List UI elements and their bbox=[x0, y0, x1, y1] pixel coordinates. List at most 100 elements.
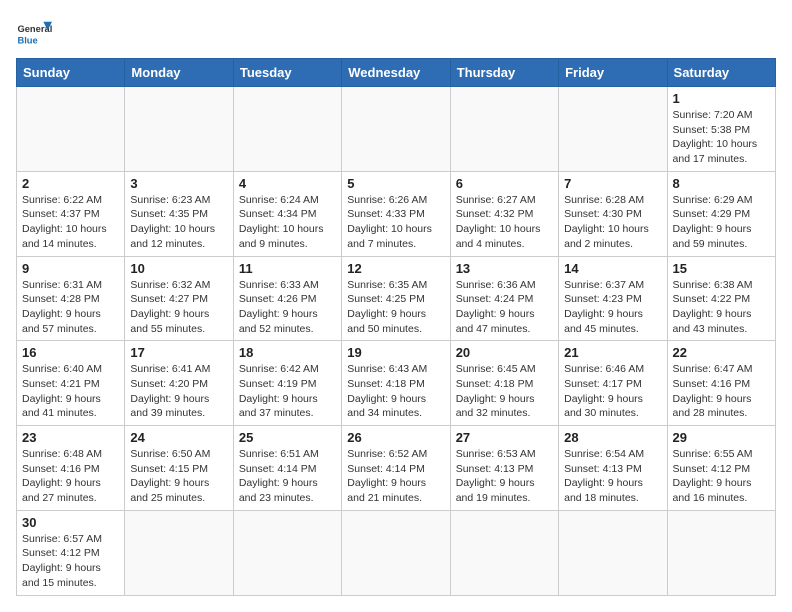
calendar-cell: 11 Sunrise: 6:33 AM Sunset: 4:26 PM Dayli… bbox=[233, 256, 341, 341]
day-number: 14 bbox=[564, 261, 661, 276]
calendar-cell bbox=[342, 87, 450, 172]
calendar-cell: 21 Sunrise: 6:46 AM Sunset: 4:17 PM Dayli… bbox=[559, 341, 667, 426]
calendar-cell: 10 Sunrise: 6:32 AM Sunset: 4:27 PM Dayli… bbox=[125, 256, 233, 341]
calendar-cell bbox=[233, 510, 341, 595]
day-info: Sunrise: 6:50 AM Sunset: 4:15 PM Dayligh… bbox=[130, 447, 227, 506]
day-info: Sunrise: 6:41 AM Sunset: 4:20 PM Dayligh… bbox=[130, 362, 227, 421]
day-number: 8 bbox=[673, 176, 770, 191]
calendar-cell: 18 Sunrise: 6:42 AM Sunset: 4:19 PM Dayli… bbox=[233, 341, 341, 426]
day-number: 29 bbox=[673, 430, 770, 445]
day-info: Sunrise: 6:42 AM Sunset: 4:19 PM Dayligh… bbox=[239, 362, 336, 421]
day-number: 1 bbox=[673, 91, 770, 106]
day-info: Sunrise: 6:45 AM Sunset: 4:18 PM Dayligh… bbox=[456, 362, 553, 421]
calendar-cell: 27Sunrise: 6:53 AM Sunset: 4:13 PM Dayli… bbox=[450, 426, 558, 511]
day-number: 21 bbox=[564, 345, 661, 360]
day-number: 26 bbox=[347, 430, 444, 445]
day-number: 15 bbox=[673, 261, 770, 276]
calendar-cell bbox=[559, 510, 667, 595]
day-number: 6 bbox=[456, 176, 553, 191]
day-number: 18 bbox=[239, 345, 336, 360]
day-number: 24 bbox=[130, 430, 227, 445]
day-info: Sunrise: 6:29 AM Sunset: 4:29 PM Dayligh… bbox=[673, 193, 770, 252]
logo-icon: General Blue bbox=[16, 16, 52, 52]
calendar-cell: 25Sunrise: 6:51 AM Sunset: 4:14 PM Dayli… bbox=[233, 426, 341, 511]
calendar-cell bbox=[450, 510, 558, 595]
calendar-cell: 8 Sunrise: 6:29 AM Sunset: 4:29 PM Daylig… bbox=[667, 171, 775, 256]
weekday-header-wednesday: Wednesday bbox=[342, 59, 450, 87]
calendar-cell: 12 Sunrise: 6:35 AM Sunset: 4:25 PM Dayli… bbox=[342, 256, 450, 341]
day-info: Sunrise: 6:35 AM Sunset: 4:25 PM Dayligh… bbox=[347, 278, 444, 337]
calendar-table: SundayMondayTuesdayWednesdayThursdayFrid… bbox=[16, 58, 776, 596]
calendar-cell: 5 Sunrise: 6:26 AM Sunset: 4:33 PM Daylig… bbox=[342, 171, 450, 256]
week-row-2: 9 Sunrise: 6:31 AM Sunset: 4:28 PM Daylig… bbox=[17, 256, 776, 341]
day-info: Sunrise: 6:37 AM Sunset: 4:23 PM Dayligh… bbox=[564, 278, 661, 337]
week-row-5: 30Sunrise: 6:57 AM Sunset: 4:12 PM Dayli… bbox=[17, 510, 776, 595]
day-info: Sunrise: 6:55 AM Sunset: 4:12 PM Dayligh… bbox=[673, 447, 770, 506]
calendar-cell: 2Sunrise: 6:22 AM Sunset: 4:37 PM Daylig… bbox=[17, 171, 125, 256]
calendar-cell bbox=[125, 87, 233, 172]
day-number: 2 bbox=[22, 176, 119, 191]
day-info: Sunrise: 6:33 AM Sunset: 4:26 PM Dayligh… bbox=[239, 278, 336, 337]
day-number: 7 bbox=[564, 176, 661, 191]
day-info: Sunrise: 6:32 AM Sunset: 4:27 PM Dayligh… bbox=[130, 278, 227, 337]
day-number: 12 bbox=[347, 261, 444, 276]
weekday-header-friday: Friday bbox=[559, 59, 667, 87]
calendar-cell: 3Sunrise: 6:23 AM Sunset: 4:35 PM Daylig… bbox=[125, 171, 233, 256]
day-info: Sunrise: 6:43 AM Sunset: 4:18 PM Dayligh… bbox=[347, 362, 444, 421]
week-row-0: 1 Sunrise: 7:20 AM Sunset: 5:38 PM Daylig… bbox=[17, 87, 776, 172]
day-info: Sunrise: 6:24 AM Sunset: 4:34 PM Dayligh… bbox=[239, 193, 336, 252]
svg-text:Blue: Blue bbox=[17, 35, 37, 45]
calendar-cell: 19Sunrise: 6:43 AM Sunset: 4:18 PM Dayli… bbox=[342, 341, 450, 426]
calendar-cell: 30Sunrise: 6:57 AM Sunset: 4:12 PM Dayli… bbox=[17, 510, 125, 595]
day-info: Sunrise: 6:26 AM Sunset: 4:33 PM Dayligh… bbox=[347, 193, 444, 252]
calendar-cell bbox=[233, 87, 341, 172]
day-info: Sunrise: 6:31 AM Sunset: 4:28 PM Dayligh… bbox=[22, 278, 119, 337]
calendar-cell: 28Sunrise: 6:54 AM Sunset: 4:13 PM Dayli… bbox=[559, 426, 667, 511]
calendar-cell: 17 Sunrise: 6:41 AM Sunset: 4:20 PM Dayli… bbox=[125, 341, 233, 426]
day-info: Sunrise: 6:46 AM Sunset: 4:17 PM Dayligh… bbox=[564, 362, 661, 421]
calendar-cell bbox=[125, 510, 233, 595]
day-number: 23 bbox=[22, 430, 119, 445]
day-number: 17 bbox=[130, 345, 227, 360]
calendar-cell bbox=[342, 510, 450, 595]
day-info: Sunrise: 6:36 AM Sunset: 4:24 PM Dayligh… bbox=[456, 278, 553, 337]
calendar-cell: 1 Sunrise: 7:20 AM Sunset: 5:38 PM Daylig… bbox=[667, 87, 775, 172]
day-number: 16 bbox=[22, 345, 119, 360]
week-row-3: 16Sunrise: 6:40 AM Sunset: 4:21 PM Dayli… bbox=[17, 341, 776, 426]
calendar-cell: 23Sunrise: 6:48 AM Sunset: 4:16 PM Dayli… bbox=[17, 426, 125, 511]
logo: General Blue bbox=[16, 16, 52, 52]
day-info: Sunrise: 7:20 AM Sunset: 5:38 PM Dayligh… bbox=[673, 108, 770, 167]
calendar-cell: 4Sunrise: 6:24 AM Sunset: 4:34 PM Daylig… bbox=[233, 171, 341, 256]
day-number: 11 bbox=[239, 261, 336, 276]
calendar-cell: 7 Sunrise: 6:28 AM Sunset: 4:30 PM Daylig… bbox=[559, 171, 667, 256]
weekday-header-saturday: Saturday bbox=[667, 59, 775, 87]
week-row-4: 23Sunrise: 6:48 AM Sunset: 4:16 PM Dayli… bbox=[17, 426, 776, 511]
day-info: Sunrise: 6:28 AM Sunset: 4:30 PM Dayligh… bbox=[564, 193, 661, 252]
day-info: Sunrise: 6:23 AM Sunset: 4:35 PM Dayligh… bbox=[130, 193, 227, 252]
day-number: 9 bbox=[22, 261, 119, 276]
day-info: Sunrise: 6:57 AM Sunset: 4:12 PM Dayligh… bbox=[22, 532, 119, 591]
calendar-cell: 22Sunrise: 6:47 AM Sunset: 4:16 PM Dayli… bbox=[667, 341, 775, 426]
weekday-header-thursday: Thursday bbox=[450, 59, 558, 87]
calendar-cell: 16Sunrise: 6:40 AM Sunset: 4:21 PM Dayli… bbox=[17, 341, 125, 426]
calendar-cell: 29 Sunrise: 6:55 AM Sunset: 4:12 PM Dayli… bbox=[667, 426, 775, 511]
week-row-1: 2Sunrise: 6:22 AM Sunset: 4:37 PM Daylig… bbox=[17, 171, 776, 256]
day-number: 28 bbox=[564, 430, 661, 445]
calendar-cell bbox=[667, 510, 775, 595]
calendar-cell: 26 Sunrise: 6:52 AM Sunset: 4:14 PM Dayli… bbox=[342, 426, 450, 511]
day-number: 20 bbox=[456, 345, 553, 360]
weekday-header-monday: Monday bbox=[125, 59, 233, 87]
calendar-cell: 15Sunrise: 6:38 AM Sunset: 4:22 PM Dayli… bbox=[667, 256, 775, 341]
weekday-header-row: SundayMondayTuesdayWednesdayThursdayFrid… bbox=[17, 59, 776, 87]
day-number: 5 bbox=[347, 176, 444, 191]
day-info: Sunrise: 6:27 AM Sunset: 4:32 PM Dayligh… bbox=[456, 193, 553, 252]
calendar-cell bbox=[450, 87, 558, 172]
weekday-header-tuesday: Tuesday bbox=[233, 59, 341, 87]
page-header: General Blue bbox=[16, 16, 776, 52]
calendar-cell bbox=[17, 87, 125, 172]
day-number: 10 bbox=[130, 261, 227, 276]
day-info: Sunrise: 6:52 AM Sunset: 4:14 PM Dayligh… bbox=[347, 447, 444, 506]
calendar-cell: 24 Sunrise: 6:50 AM Sunset: 4:15 PM Dayli… bbox=[125, 426, 233, 511]
day-number: 27 bbox=[456, 430, 553, 445]
day-number: 13 bbox=[456, 261, 553, 276]
